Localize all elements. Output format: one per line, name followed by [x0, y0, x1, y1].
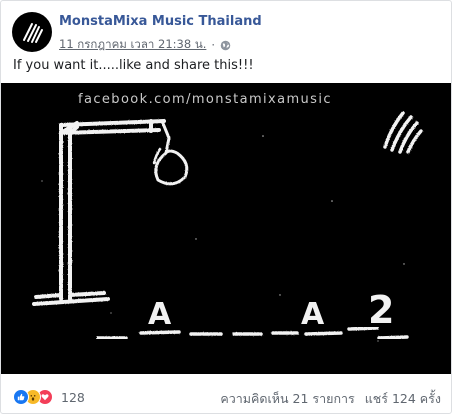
post-text: If you want it.....like and share this!!…: [13, 58, 254, 73]
reactions-summary[interactable]: 128: [13, 389, 85, 405]
like-icon: [13, 389, 29, 405]
revealed-letter: A: [301, 297, 325, 332]
page-avatar[interactable]: [12, 12, 52, 52]
globe-icon[interactable]: [220, 40, 231, 51]
page-name[interactable]: MonstaMixa Music Thailand: [59, 14, 262, 29]
post-footer: 128 ความคิดเห็น 21 รายการ แชร์ 124 ครั้ง: [1, 385, 451, 413]
post-meta: 11 กรกฎาคม เวลา 21:38 น. ·: [59, 36, 231, 54]
revealed-letter: 2: [368, 288, 394, 332]
shares-count[interactable]: แชร์ 124 ครั้ง: [365, 391, 441, 406]
engagement-stats: ความคิดเห็น 21 รายการ แชร์ 124 ครั้ง: [220, 389, 441, 409]
claw-scratch-icon: [23, 23, 43, 43]
claw-scratch-icon: [383, 111, 423, 154]
word-blanks: [96, 326, 409, 340]
hangman-drawing: A A 2: [32, 111, 423, 342]
gallows: [32, 119, 189, 306]
post-timestamp[interactable]: 11 กรกฎาคม เวลา 21:38 น.: [59, 36, 206, 54]
reaction-count: 128: [61, 389, 85, 405]
meta-separator: ·: [211, 38, 216, 52]
revealed-letter: A: [148, 297, 172, 332]
post-image[interactable]: facebook.com/monstamixamusic A A 2: [1, 83, 451, 374]
comments-count[interactable]: ความคิดเห็น 21 รายการ: [220, 391, 354, 406]
post-card: MonstaMixa Music Thailand 11 กรกฎาคม เวล…: [0, 0, 452, 414]
